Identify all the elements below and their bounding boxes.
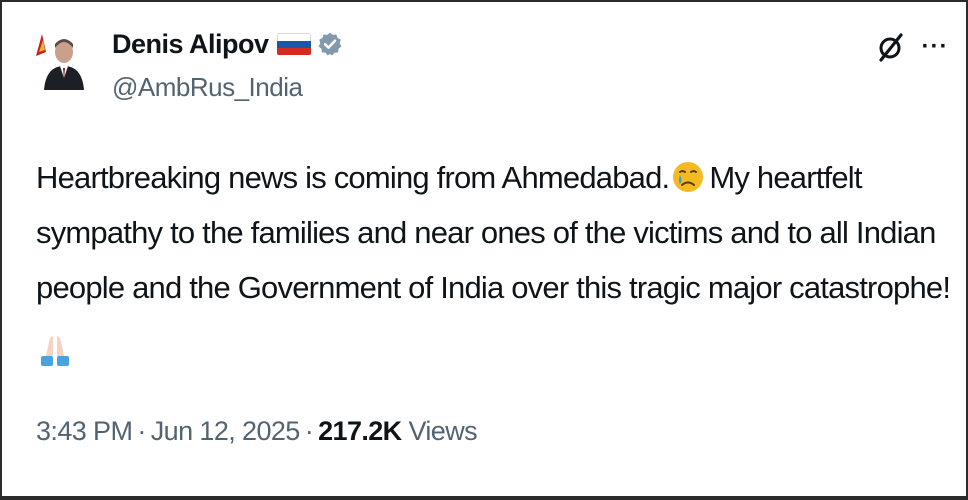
tweet-line-3: people and the Government of India over …	[36, 270, 951, 305]
more-options-icon[interactable]: ···	[920, 32, 950, 62]
tweet-meta: 3:43 PM · Jun 12, 2025 · 217.2K Views	[36, 416, 478, 447]
grok-icon[interactable]	[874, 30, 908, 64]
tweet-text-segment: My heartfelt	[709, 160, 862, 195]
views-label: Views	[408, 416, 478, 446]
verified-badge-icon	[318, 32, 341, 56]
tweet-text: Heartbreaking news is coming from Ahmeda…	[36, 150, 956, 315]
folded-hands-emoji-icon	[41, 336, 69, 366]
crying-face-emoji-icon	[673, 162, 704, 192]
tweet-line-1: Heartbreaking news is coming from Ahmeda…	[36, 150, 956, 205]
tweet-text-segment: Heartbreaking news is coming from Ahmeda…	[36, 160, 670, 195]
author-handle[interactable]: @AmbRus_India	[112, 72, 303, 103]
tweet-time[interactable]: 3:43 PM	[36, 416, 133, 446]
meta-separator: ·	[137, 416, 146, 446]
russia-flag-icon	[276, 33, 311, 55]
tweet-date[interactable]: Jun 12, 2025	[151, 416, 301, 446]
views-count: 217.2K	[318, 416, 402, 446]
meta-separator: ·	[304, 416, 314, 446]
author-name-row: Denis Alipov	[112, 26, 343, 62]
avatar[interactable]	[30, 26, 94, 90]
tweet-line-2: sympathy to the families and near ones o…	[36, 215, 936, 250]
author-display-name[interactable]: Denis Alipov	[112, 29, 269, 60]
tweet-card: Denis Alipov @AmbRus_India ··· Heartbrea…	[0, 0, 968, 500]
